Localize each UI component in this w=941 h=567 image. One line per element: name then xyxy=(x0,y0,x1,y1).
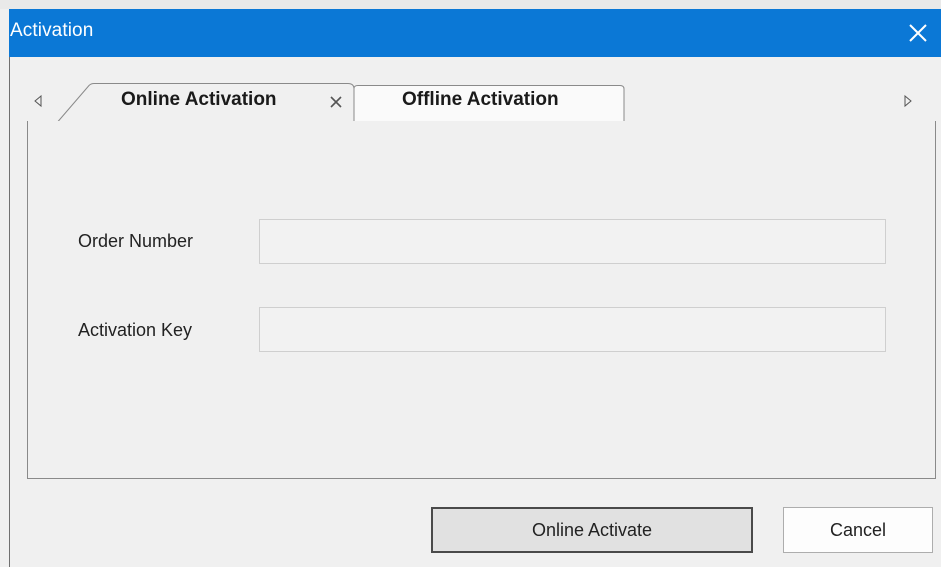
triangle-right-icon xyxy=(904,94,912,108)
window-left-border xyxy=(9,57,10,567)
tab-scroll-left-button[interactable] xyxy=(32,93,44,109)
order-number-label: Order Number xyxy=(78,231,194,251)
close-button[interactable] xyxy=(895,9,941,57)
close-icon xyxy=(330,96,342,108)
order-number-input[interactable] xyxy=(259,219,886,264)
triangle-left-icon xyxy=(34,94,42,108)
cancel-button[interactable]: Cancel xyxy=(783,507,933,553)
tab-strip: Online Activation Offline Activation xyxy=(18,80,941,122)
tab-close-button[interactable] xyxy=(329,95,343,109)
online-activation-panel xyxy=(27,121,936,479)
online-activate-button[interactable]: Online Activate xyxy=(431,507,753,553)
window-title: Activation xyxy=(10,20,94,41)
tab-offline-activation-label[interactable]: Offline Activation xyxy=(402,89,559,111)
tab-online-activation-label[interactable]: Online Activation xyxy=(121,89,277,111)
title-bar: Activation xyxy=(9,9,941,57)
desktop-background-strip xyxy=(0,0,941,9)
tab-scroll-right-button[interactable] xyxy=(902,93,914,109)
activation-key-label: Activation Key xyxy=(78,320,193,340)
activation-key-input[interactable] xyxy=(259,307,886,352)
close-icon xyxy=(909,24,927,42)
